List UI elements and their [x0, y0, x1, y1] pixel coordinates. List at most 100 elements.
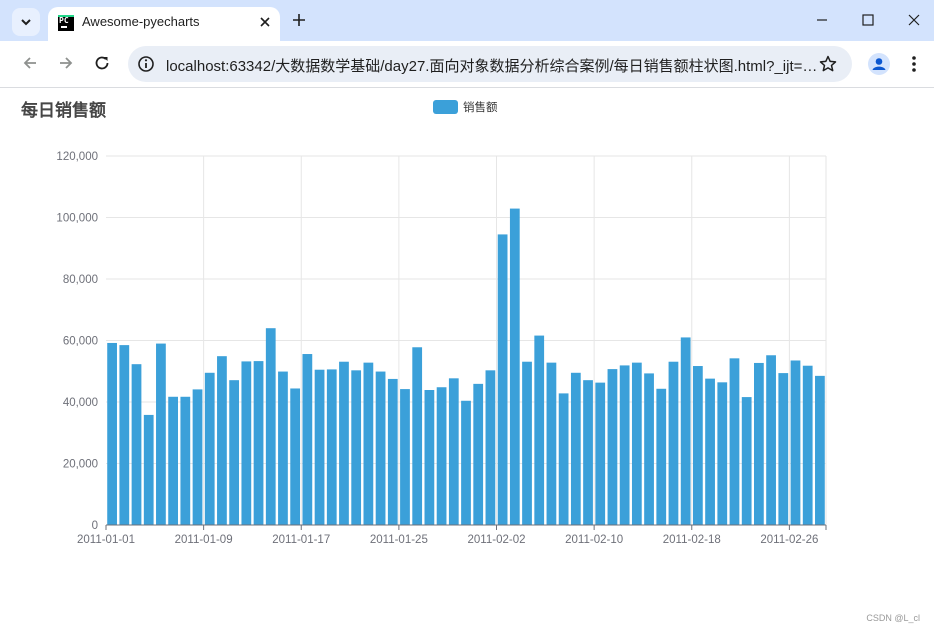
back-icon[interactable]	[20, 53, 40, 73]
favicon-text: PC	[59, 16, 69, 25]
bar[interactable]	[180, 396, 191, 525]
bar[interactable]	[766, 355, 776, 525]
bar[interactable]	[705, 378, 715, 525]
bar[interactable]	[497, 234, 508, 525]
bar[interactable]	[717, 382, 728, 525]
active-tab[interactable]: PC Awesome-pyecharts	[48, 7, 280, 41]
bar[interactable]	[265, 328, 276, 525]
y-tick-label: 120,000	[56, 151, 98, 163]
bar[interactable]	[754, 362, 764, 525]
bar[interactable]	[387, 378, 398, 525]
bar[interactable]	[412, 347, 423, 525]
bar[interactable]	[253, 361, 264, 525]
site-info-icon[interactable]	[136, 54, 156, 74]
bar[interactable]	[778, 373, 789, 525]
page-content: 每日销售额 销售额 0 20,000 40,000 60,000 80,000 100,0…	[0, 88, 934, 633]
bar[interactable]	[522, 361, 532, 525]
bar[interactable]	[314, 369, 325, 525]
bar[interactable]	[192, 389, 203, 525]
x-axis: 2011-01-01 2011-01-09 2011-01-17 2011-01-25…	[77, 524, 827, 546]
bar[interactable]	[607, 369, 618, 525]
bar[interactable]	[509, 208, 520, 525]
forward-icon[interactable]	[56, 53, 76, 73]
x-tick-label: 2011-02-26	[760, 534, 818, 546]
bar[interactable]	[339, 361, 349, 525]
bar[interactable]	[656, 388, 667, 525]
tab-list-button[interactable]	[12, 8, 40, 36]
bar[interactable]	[424, 390, 435, 525]
bar[interactable]	[217, 356, 227, 525]
bar[interactable]	[229, 380, 240, 525]
menu-icon[interactable]	[906, 53, 922, 75]
bar[interactable]	[204, 372, 215, 525]
bar[interactable]	[400, 389, 410, 525]
bar[interactable]	[729, 358, 740, 525]
x-tick-label: 2011-01-25	[370, 534, 428, 546]
y-tick-label: 40,000	[63, 397, 98, 409]
bar[interactable]	[448, 378, 459, 525]
bar[interactable]	[107, 342, 117, 525]
bar[interactable]	[680, 337, 691, 525]
bar[interactable]	[302, 354, 313, 525]
plus-icon[interactable]	[290, 11, 308, 29]
bar[interactable]	[644, 373, 654, 525]
bar[interactable]	[546, 362, 557, 525]
y-tick-label: 100,000	[56, 213, 98, 225]
y-tick-label: 80,000	[63, 274, 98, 286]
bar[interactable]	[558, 393, 569, 525]
bar[interactable]	[595, 382, 606, 525]
bar[interactable]	[143, 414, 154, 525]
reload-icon[interactable]	[92, 53, 112, 73]
legend-label[interactable]: 销售额	[463, 100, 498, 114]
close-icon[interactable]	[256, 13, 274, 31]
y-tick-label: 60,000	[63, 336, 98, 348]
bar[interactable]	[156, 343, 166, 525]
x-tick-label: 2011-01-01	[77, 534, 135, 546]
tab-title: Awesome-pyecharts	[82, 14, 200, 29]
bar[interactable]	[278, 371, 288, 525]
bar[interactable]	[790, 360, 801, 525]
bar[interactable]	[351, 370, 362, 525]
watermark: CSDN @L_cl	[866, 613, 920, 623]
bar[interactable]	[461, 400, 471, 525]
x-tick-label: 2011-02-10	[565, 534, 623, 546]
bar[interactable]	[534, 335, 545, 525]
address-bar[interactable]: localhost:63342/大数据数学基础/day27.面向对象数据分析综合…	[128, 46, 852, 82]
bar[interactable]	[668, 361, 679, 525]
bar[interactable]	[326, 369, 337, 525]
star-icon[interactable]	[818, 54, 838, 74]
profile-icon[interactable]	[868, 53, 890, 75]
bar[interactable]	[131, 364, 142, 525]
pycharm-favicon-icon: PC	[58, 15, 74, 31]
legend[interactable]: 销售额	[433, 100, 498, 114]
bar[interactable]	[741, 397, 752, 525]
bar[interactable]	[363, 362, 374, 525]
bar[interactable]	[290, 388, 301, 525]
bars	[107, 208, 825, 525]
bar[interactable]	[619, 365, 630, 525]
bar[interactable]	[802, 365, 813, 525]
bar[interactable]	[375, 371, 386, 525]
bar[interactable]	[119, 345, 130, 525]
bar[interactable]	[241, 361, 252, 525]
url-text[interactable]: localhost:63342/大数据数学基础/day27.面向对象数据分析综合…	[166, 55, 818, 76]
bar[interactable]	[631, 362, 642, 525]
x-tick-label: 2011-02-02	[468, 534, 526, 546]
bar[interactable]	[570, 372, 581, 525]
y-tick-label: 20,000	[63, 459, 98, 471]
legend-swatch[interactable]	[433, 100, 458, 114]
bar[interactable]	[473, 383, 484, 525]
bar[interactable]	[485, 370, 496, 525]
maximize-icon[interactable]	[858, 10, 878, 30]
bar[interactable]	[436, 387, 447, 525]
y-tick-label: 0	[92, 520, 98, 532]
x-tick-label: 2011-01-09	[175, 534, 233, 546]
bar[interactable]	[583, 380, 593, 525]
minimize-icon[interactable]	[812, 10, 832, 30]
close-window-icon[interactable]	[904, 10, 924, 30]
bar[interactable]	[168, 396, 178, 525]
bar[interactable]	[692, 366, 703, 525]
x-tick-label: 2011-01-17	[272, 534, 330, 546]
chevron-down-icon	[21, 19, 31, 26]
bar[interactable]	[815, 375, 825, 525]
